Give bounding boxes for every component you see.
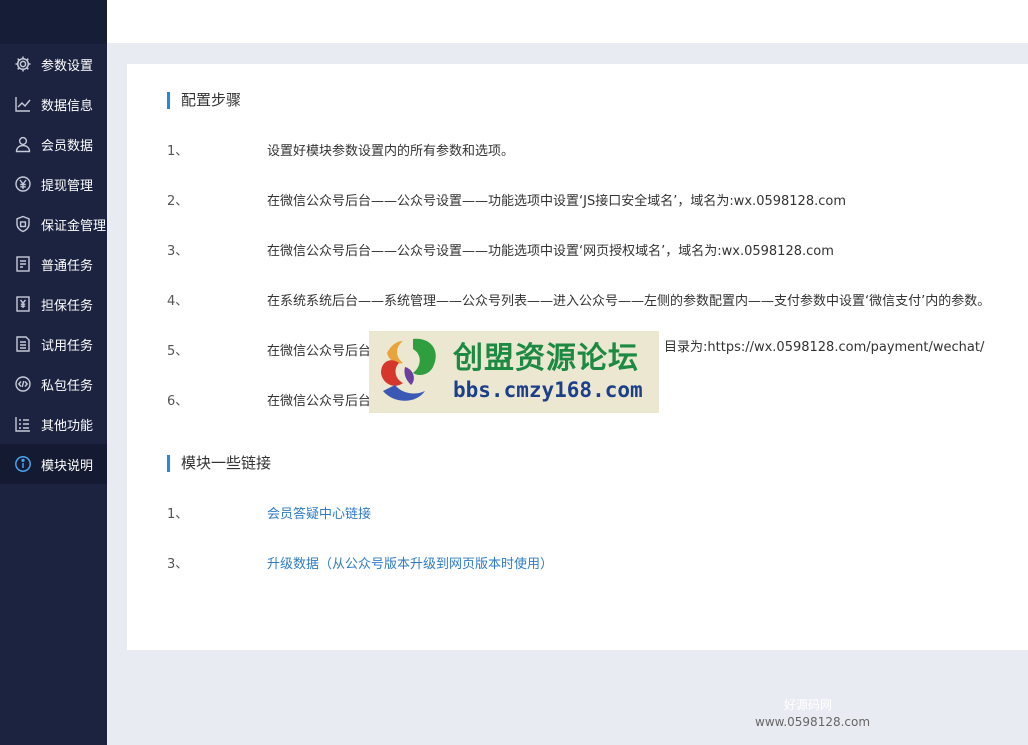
- sidebar: 参数设置 数据信息 会员数据 提现管理 保证金管理 普通任务 担保任务 试用任务…: [0, 0, 107, 745]
- footer-site-name: 好源码网: [784, 698, 833, 712]
- sidebar-item-normal-task[interactable]: 普通任务: [0, 244, 107, 284]
- list-icon: [14, 415, 32, 433]
- step-text: 在系统系统后台——系统管理——公众号列表——进入公众号——左侧的参数配置内——支…: [267, 294, 991, 309]
- sidebar-item-label: 模块说明: [41, 458, 94, 474]
- sidebar-item-label: 担保任务: [41, 298, 94, 314]
- sidebar-item-withdraw[interactable]: 提现管理: [0, 164, 107, 204]
- user-icon: [14, 135, 32, 153]
- link-row: 1、 会员答疑中心链接: [167, 505, 371, 525]
- sidebar-item-label: 普通任务: [41, 258, 94, 274]
- sidebar-item-other[interactable]: 其他功能: [0, 404, 107, 444]
- config-step: 2、 在微信公众号后台——公众号设置——功能选项中设置‘JS接口安全域名’，域名为…: [167, 192, 846, 212]
- step-number: 4、: [167, 294, 189, 309]
- sidebar-item-label: 私包任务: [41, 378, 94, 394]
- step-text: 目录为:https://wx.0598128.com/payment/wecha…: [664, 340, 985, 355]
- line-chart-icon: [14, 95, 32, 113]
- step-number: 5、: [167, 344, 189, 359]
- step-text: 在微信公众号后台——公众号设置——功能选项中设置‘网页授权域名’，域名为:wx.…: [267, 244, 834, 259]
- sidebar-nav: 参数设置 数据信息 会员数据 提现管理 保证金管理 普通任务 担保任务 试用任务…: [0, 44, 107, 484]
- step-text-continued: 目录为:https://wx.0598128.com/payment/wecha…: [664, 338, 984, 358]
- watermark-logo-icon: [381, 338, 436, 401]
- config-step: 3、 在微信公众号后台——公众号设置——功能选项中设置‘网页授权域名’，域名为:w…: [167, 242, 834, 262]
- link-row: 3、 升级数据（从公众号版本升级到网页版本时使用）: [167, 555, 553, 575]
- step-number: 3、: [167, 244, 189, 259]
- config-step: 1、 设置好模块参数设置内的所有参数和选项。: [167, 142, 514, 162]
- shield-icon: [14, 215, 32, 233]
- upgrade-data-link[interactable]: 升级数据（从公众号版本升级到网页版本时使用）: [267, 557, 553, 572]
- step-number: 6、: [167, 394, 189, 409]
- sidebar-item-guarantee-task[interactable]: 担保任务: [0, 284, 107, 324]
- step-number: 1、: [167, 144, 189, 159]
- code-icon: [14, 375, 32, 393]
- footer-site-url: www.0598128.com: [755, 715, 871, 729]
- config-step: 5、 在微信公众号后台: [167, 342, 371, 362]
- sidebar-item-label: 提现管理: [41, 178, 94, 194]
- sidebar-header: [0, 0, 107, 44]
- config-step: 6、 在微信公众号后台: [167, 392, 371, 412]
- watermark-title: 创盟资源论坛: [453, 341, 639, 376]
- yen-document-icon: [14, 295, 32, 313]
- step-text: 在微信公众号后台: [267, 344, 372, 359]
- sidebar-item-params[interactable]: 参数设置: [0, 44, 107, 84]
- link-number: 3、: [167, 557, 189, 572]
- sidebar-item-label: 保证金管理: [41, 218, 107, 234]
- links-title: 模块一些链接: [167, 455, 271, 472]
- faq-center-link[interactable]: 会员答疑中心链接: [267, 507, 371, 522]
- sidebar-item-label: 其他功能: [41, 418, 94, 434]
- sidebar-item-label: 数据信息: [41, 98, 94, 114]
- sidebar-item-deposit[interactable]: 保证金管理: [0, 204, 107, 244]
- step-text: 在微信公众号后台: [267, 394, 372, 409]
- watermark-url: bbs.cmzy168.com: [453, 378, 643, 402]
- sidebar-item-data-info[interactable]: 数据信息: [0, 84, 107, 124]
- list-document-icon: [14, 335, 32, 353]
- step-number: 2、: [167, 194, 189, 209]
- sidebar-item-module-info[interactable]: 模块说明: [0, 444, 107, 484]
- top-bar: [107, 0, 1028, 43]
- sidebar-item-label: 会员数据: [41, 138, 94, 154]
- document-icon: [14, 255, 32, 273]
- step-text: 在微信公众号后台——公众号设置——功能选项中设置‘JS接口安全域名’，域名为:w…: [267, 194, 846, 209]
- config-step: 4、 在系统系统后台——系统管理——公众号列表——进入公众号——左侧的参数配置内—…: [167, 292, 990, 312]
- sidebar-item-label: 试用任务: [41, 338, 94, 354]
- yen-circle-icon: [14, 175, 32, 193]
- sidebar-item-label: 参数设置: [41, 58, 94, 74]
- sidebar-item-private-task[interactable]: 私包任务: [0, 364, 107, 404]
- link-number: 1、: [167, 507, 189, 522]
- step-text: 设置好模块参数设置内的所有参数和选项。: [267, 144, 515, 159]
- info-icon: [14, 455, 32, 473]
- sidebar-item-trial-task[interactable]: 试用任务: [0, 324, 107, 364]
- config-steps-title: 配置步骤: [167, 92, 241, 109]
- watermark-banner: 创盟资源论坛 bbs.cmzy168.com: [369, 331, 659, 413]
- sidebar-item-members[interactable]: 会员数据: [0, 124, 107, 164]
- gear-icon: [14, 55, 32, 73]
